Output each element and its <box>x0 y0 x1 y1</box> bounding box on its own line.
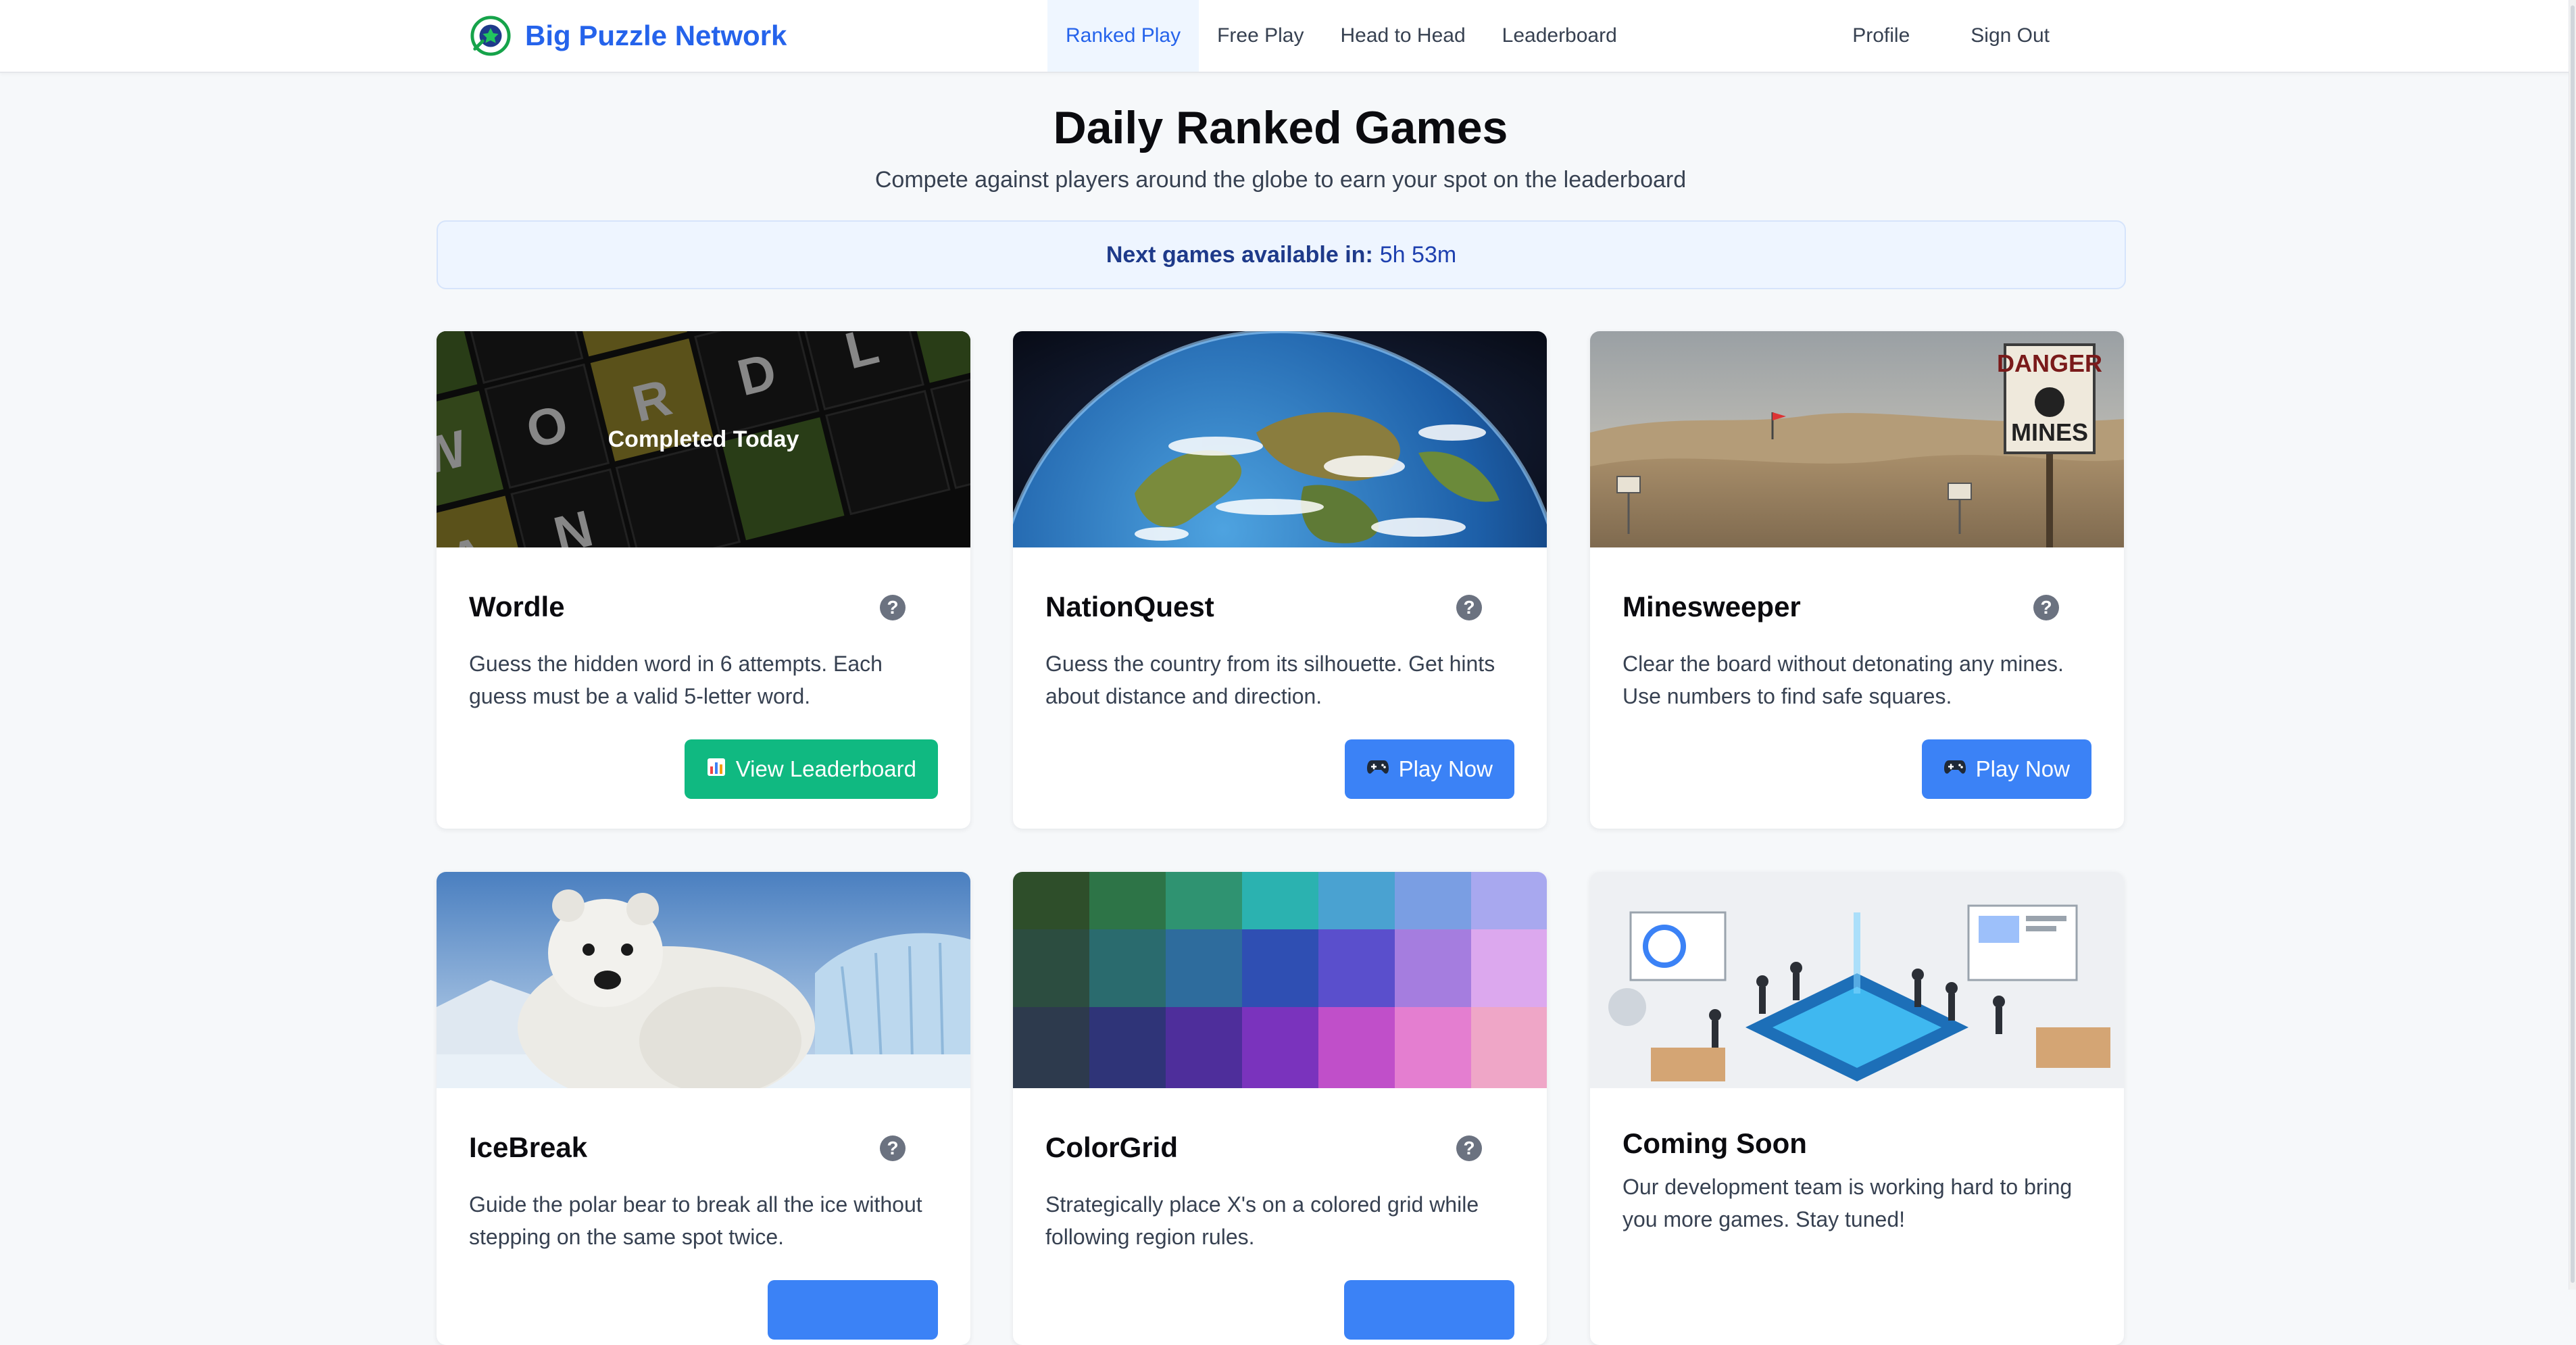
card-description: Guess the country from its silhouette. G… <box>1045 652 1495 708</box>
card-description: Strategically place X's on a colored gri… <box>1045 1192 1479 1249</box>
nav-sign-out[interactable]: Sign Out <box>1940 0 2080 72</box>
card-title: ColorGrid <box>1045 1131 1178 1163</box>
countdown-value: 5h 53m <box>1379 241 1457 268</box>
polar-bear-illustration <box>437 872 970 1088</box>
play-button-partial[interactable] <box>768 1280 938 1340</box>
nav-profile[interactable]: Profile <box>1822 0 1940 72</box>
sign-text: MINES <box>2011 418 2088 446</box>
minesweeper-image: DANGER MINES <box>1590 331 2124 547</box>
view-leaderboard-button[interactable]: View Leaderboard <box>684 739 938 799</box>
play-now-button[interactable]: Play Now <box>1921 739 2091 799</box>
nav-head-to-head[interactable]: Head to Head <box>1322 0 1484 72</box>
play-now-button[interactable]: Play Now <box>1344 739 1514 799</box>
nav-free-play[interactable]: Free Play <box>1199 0 1322 72</box>
main-nav: Ranked Play Free Play Head to Head Leade… <box>1047 0 1635 72</box>
nav-leaderboard[interactable]: Leaderboard <box>1484 0 1635 72</box>
play-button-partial[interactable] <box>1344 1280 1514 1340</box>
game-card-nationquest: NationQuest ? Guess the country from its… <box>1013 331 1547 829</box>
card-description: Guess the hidden word in 6 attempts. Eac… <box>469 652 883 708</box>
icebreak-image <box>437 872 970 1088</box>
color-grid-illustration <box>1013 872 1547 1088</box>
game-card-wordle: A S T W O R D L A N Completed Today Word… <box>437 331 970 829</box>
colorgrid-image <box>1013 872 1547 1088</box>
card-description: Our development team is working hard to … <box>1623 1175 2073 1231</box>
completed-today-overlay: Completed Today <box>437 331 970 547</box>
help-icon[interactable]: ? <box>880 595 906 620</box>
brand-name: Big Puzzle Network <box>525 20 787 51</box>
game-card-icebreak: IceBreak ? Guide the polar bear to break… <box>437 872 970 1345</box>
next-games-countdown: Next games available in: 5h 53m <box>437 220 2126 289</box>
minefield-illustration: DANGER MINES <box>1590 331 2124 547</box>
game-card-minesweeper: DANGER MINES Minesweeper ? Clear the boa… <box>1590 331 2124 829</box>
countdown-label: Next games available in: <box>1106 241 1373 268</box>
page-subtitle: Compete against players around the globe… <box>874 167 1687 193</box>
bar-chart-icon <box>706 757 726 782</box>
top-navigation-bar: Big Puzzle Network Ranked Play Free Play… <box>0 0 2576 73</box>
brand-logo-icon <box>470 16 511 56</box>
button-label: Play Now <box>1398 756 1493 781</box>
card-title: Coming Soon <box>1623 1127 1807 1159</box>
earth-illustration <box>1013 331 1547 547</box>
development-team-illustration <box>1590 872 2124 1088</box>
account-nav: Profile Sign Out <box>1822 0 2080 72</box>
card-title: NationQuest <box>1045 591 1214 622</box>
card-title: Wordle <box>469 591 565 622</box>
nav-ranked-play[interactable]: Ranked Play <box>1047 0 1199 72</box>
button-label: Play Now <box>1975 756 2070 781</box>
sign-text: DANGER <box>1997 349 2102 377</box>
gamepad-icon <box>1943 758 1966 780</box>
help-icon[interactable]: ? <box>1456 1135 1482 1161</box>
game-card-colorgrid: ColorGrid ? Strategically place X's on a… <box>1013 872 1547 1345</box>
card-description: Clear the board without detonating any m… <box>1623 652 2064 708</box>
help-icon[interactable]: ? <box>1456 595 1482 620</box>
card-title: IceBreak <box>469 1131 588 1163</box>
brand-link[interactable]: Big Puzzle Network <box>470 7 787 65</box>
gamepad-icon <box>1366 758 1389 780</box>
card-title: Minesweeper <box>1623 591 1801 622</box>
coming-soon-image <box>1590 872 2124 1088</box>
page-title: Daily Ranked Games <box>1053 102 1508 153</box>
button-label: View Leaderboard <box>735 756 916 781</box>
wordle-image: A S T W O R D L A N Completed Today <box>437 331 970 547</box>
page-scrollbar[interactable] <box>2569 0 2576 1290</box>
help-icon[interactable]: ? <box>2033 595 2059 620</box>
scrollbar-thumb[interactable] <box>2571 5 2575 1283</box>
card-description: Guide the polar bear to break all the ic… <box>469 1192 922 1249</box>
nationquest-image <box>1013 331 1547 547</box>
game-card-coming-soon: Coming Soon Our development team is work… <box>1590 872 2124 1345</box>
help-icon[interactable]: ? <box>880 1135 906 1161</box>
